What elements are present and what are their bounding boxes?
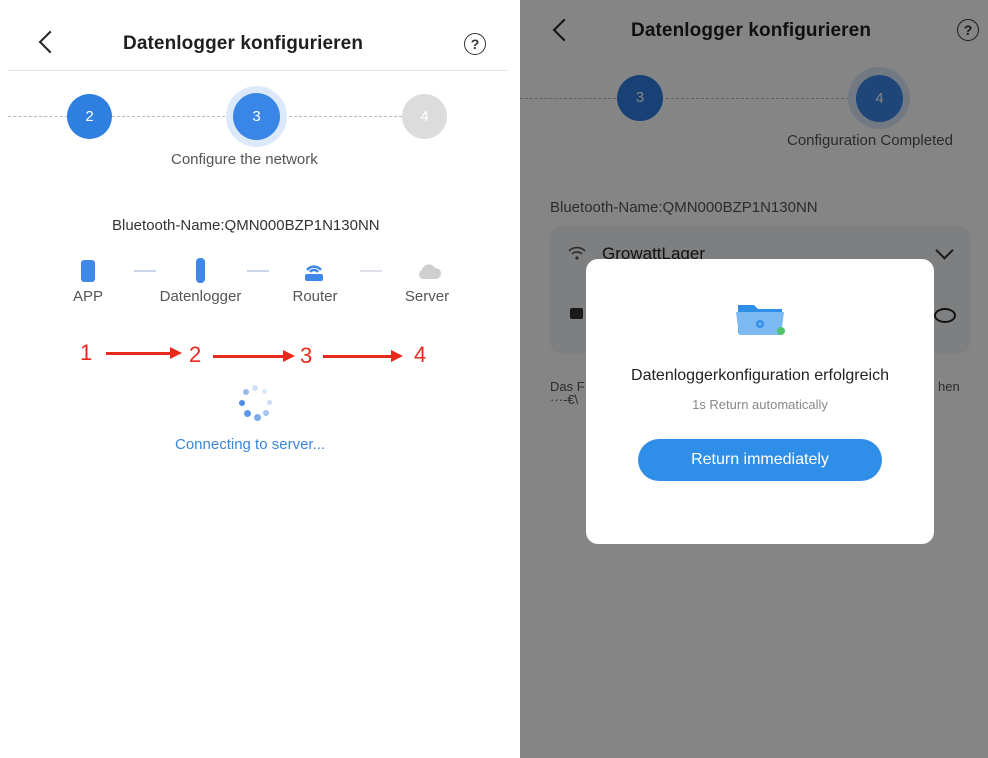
loading-spinner-icon [236,384,276,424]
stepper-line [8,116,68,117]
help-button[interactable]: ? [464,33,486,55]
step-4: 4 [402,94,447,139]
annotation-arrow [106,347,182,359]
cloud-icon [416,262,442,280]
right-screen: Datenlogger konfigurieren ? 3 4 Configur… [520,0,988,758]
back-button[interactable] [38,30,62,54]
device-label-router: Router [292,288,338,305]
step-3: 3 [233,93,280,140]
header-divider [8,70,508,71]
dialog-title: Datenloggerkonfiguration erfolgreich [631,367,889,384]
connection-status: Connecting to server... [175,436,326,453]
annotation-arrow [213,350,295,362]
router-icon [303,260,325,282]
stepper-line [284,116,402,117]
dialog-subtitle: 1s Return automatically [692,397,828,412]
device-label-datenlogger: Datenlogger [159,288,242,305]
left-screen: Datenlogger konfigurieren ? 2 3 4 Config… [0,0,510,758]
step-2: 2 [67,94,112,139]
connection-line [360,270,382,272]
return-immediately-button[interactable]: Return immediately [638,439,882,481]
phone-icon [81,260,95,282]
datalogger-icon [196,258,205,283]
annotation-4: 4 [414,342,427,367]
device-label-app: APP [72,288,103,305]
connection-line [134,270,156,272]
success-dialog: Datenloggerkonfiguration erfolgreich 1s … [586,259,934,544]
bluetooth-name: Bluetooth-Name:QMN000BZP1N130NN [112,217,380,234]
folder-settings-icon [734,299,788,339]
stepper-line [112,116,230,117]
page-title: Datenlogger konfigurieren [123,33,364,54]
step-label: Configure the network [171,151,318,168]
connection-line [247,270,269,272]
device-label-server: Server [404,288,450,305]
annotation-1: 1 [80,340,93,365]
annotation-arrow [323,350,403,362]
annotation-3: 3 [300,343,313,368]
annotation-2: 2 [189,342,202,367]
